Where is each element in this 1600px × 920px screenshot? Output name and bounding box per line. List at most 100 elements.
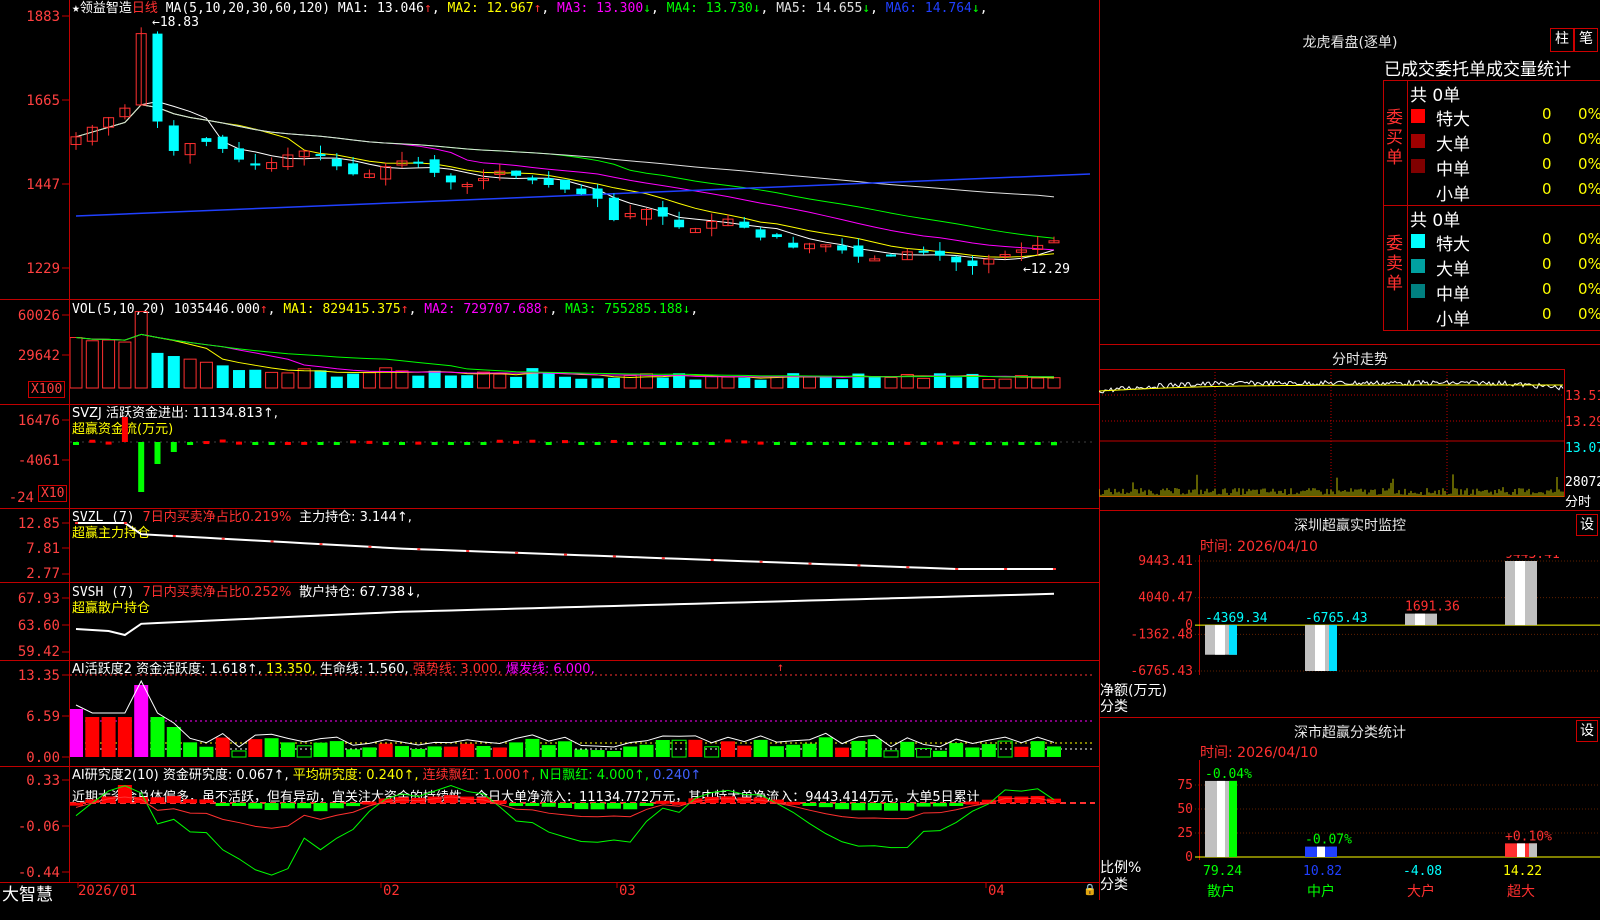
class-category-label: 中户 <box>1307 883 1335 900</box>
volume-bar <box>738 377 751 388</box>
intraday-chart[interactable] <box>1099 369 1600 511</box>
sell-total: 共 0单 <box>1410 211 1461 231</box>
flow-bar <box>1002 442 1009 446</box>
activity-bar <box>296 745 312 758</box>
svzl-marker <box>319 543 323 546</box>
class-bar <box>1305 846 1337 857</box>
research-bar <box>721 796 735 803</box>
class-bottom-label: 79.24 <box>1203 864 1242 879</box>
research-bar <box>590 803 605 810</box>
svsh-chart[interactable] <box>70 583 1099 660</box>
research-bar <box>248 803 263 809</box>
sell-name: 中单 <box>1436 285 1470 305</box>
sz-class-title: 深市超赢分类统计 <box>1294 725 1406 741</box>
flow-bar <box>790 442 797 445</box>
research-bar <box>558 803 572 808</box>
activity-bar <box>623 746 638 757</box>
volume-bar <box>362 372 376 389</box>
activity-bar <box>981 744 996 757</box>
period-label[interactable]: 日线 <box>132 1 158 16</box>
sell-row: 小单 0 0% <box>1410 305 1600 330</box>
research-bar <box>166 796 181 803</box>
activity-bar <box>671 739 687 758</box>
research-bar <box>183 799 198 803</box>
sz-monitor-chart[interactable]: 9443.414040.470-1362.48-6765.43-4369.34-… <box>1099 555 1600 680</box>
research-bar <box>884 803 898 811</box>
sell-color-swatch <box>1411 234 1425 248</box>
intraday-y-label: 13.51 <box>1565 389 1600 404</box>
activity-bar <box>476 745 491 757</box>
volume-bar <box>819 377 832 388</box>
stock-name[interactable]: 领益智造 <box>80 1 132 16</box>
research-bar <box>606 803 621 809</box>
volume-bar <box>1031 377 1045 389</box>
candle-body <box>853 245 864 257</box>
intraday-border <box>1099 369 1565 497</box>
volume-bar <box>982 379 996 389</box>
ma-value-4: MA4: 13.730 <box>666 1 753 16</box>
sz-class-chart[interactable]: 75 50 25 0 -0.04% 79.24 -0.07% 10.82 -4.08 +0.10%… <box>1099 760 1600 900</box>
class-bar <box>1205 780 1237 857</box>
candlestick-chart[interactable] <box>70 16 1099 286</box>
activity-bar <box>492 747 507 757</box>
research-bar <box>867 803 882 811</box>
intraday-vol-label: 28072 <box>1565 475 1600 490</box>
buy-count: 0 <box>1542 155 1552 173</box>
class-top-label: -0.04% <box>1205 767 1252 782</box>
volume-bar <box>559 376 571 388</box>
candle-body <box>657 207 668 217</box>
ma-arrow: ↓ <box>971 1 980 16</box>
buy-pct: 0% <box>1578 155 1600 173</box>
separator: , <box>431 1 448 16</box>
volume-bar <box>526 368 539 388</box>
activity-bar <box>248 739 263 757</box>
sz-monitor-settings-button[interactable]: 设 <box>1576 514 1598 536</box>
volume-bar <box>754 379 767 388</box>
buy-name: 特大 <box>1436 110 1470 130</box>
lock-icon[interactable]: 🔒 <box>1083 883 1097 896</box>
flow-bar <box>447 442 454 445</box>
research-bar <box>541 803 556 807</box>
vol-y-label: 60026 <box>18 308 60 324</box>
svzl-marker <box>710 559 714 561</box>
flow-bar <box>725 439 731 443</box>
flow-bar <box>399 442 405 445</box>
activity-bar <box>1030 741 1045 757</box>
sz-class-settings-button[interactable]: 设 <box>1576 720 1598 742</box>
svzl-chart[interactable] <box>70 509 1099 582</box>
candle-body <box>315 154 326 157</box>
ai-active-chart[interactable]: ↑ <box>70 661 1099 766</box>
class-y-label: 0 <box>1185 850 1193 865</box>
ai-research-chart[interactable] <box>70 767 1099 882</box>
activity-bar <box>183 742 198 757</box>
flow-bar <box>545 442 552 445</box>
activity-bar <box>346 749 361 757</box>
sell-count: 0 <box>1542 305 1552 323</box>
svzl-y-label: 7.81 <box>26 541 60 557</box>
flow-bar <box>89 439 96 443</box>
activity-bar <box>525 738 540 757</box>
svzl-marker <box>759 560 763 563</box>
activity-bar <box>280 742 295 757</box>
volume-bar <box>836 379 849 388</box>
volume-bar <box>575 378 588 388</box>
monitor-value-label: 1691.36 <box>1405 600 1460 615</box>
research-bar <box>818 803 833 808</box>
volume-bar <box>167 356 180 388</box>
ai-research-y-label: -0.44 <box>18 865 60 881</box>
activity-bar <box>932 750 947 757</box>
star-icon[interactable]: ★ <box>72 1 80 16</box>
svzl-marker <box>172 535 176 537</box>
activity-bar <box>509 742 524 757</box>
candle-body <box>445 175 456 183</box>
separator: , <box>870 1 886 16</box>
flow-bar <box>1051 442 1057 446</box>
price-y-label: 1229 <box>26 261 60 277</box>
volume-chart[interactable] <box>70 300 1099 404</box>
svzl-marker <box>955 568 959 570</box>
flow-bar <box>382 442 389 445</box>
svzj-chart[interactable] <box>70 405 1099 508</box>
sz-class-time: 时间: 2026/04/10 <box>1200 745 1318 761</box>
flow-bar <box>627 442 634 445</box>
svzj-y-label: 16476 <box>18 413 60 429</box>
